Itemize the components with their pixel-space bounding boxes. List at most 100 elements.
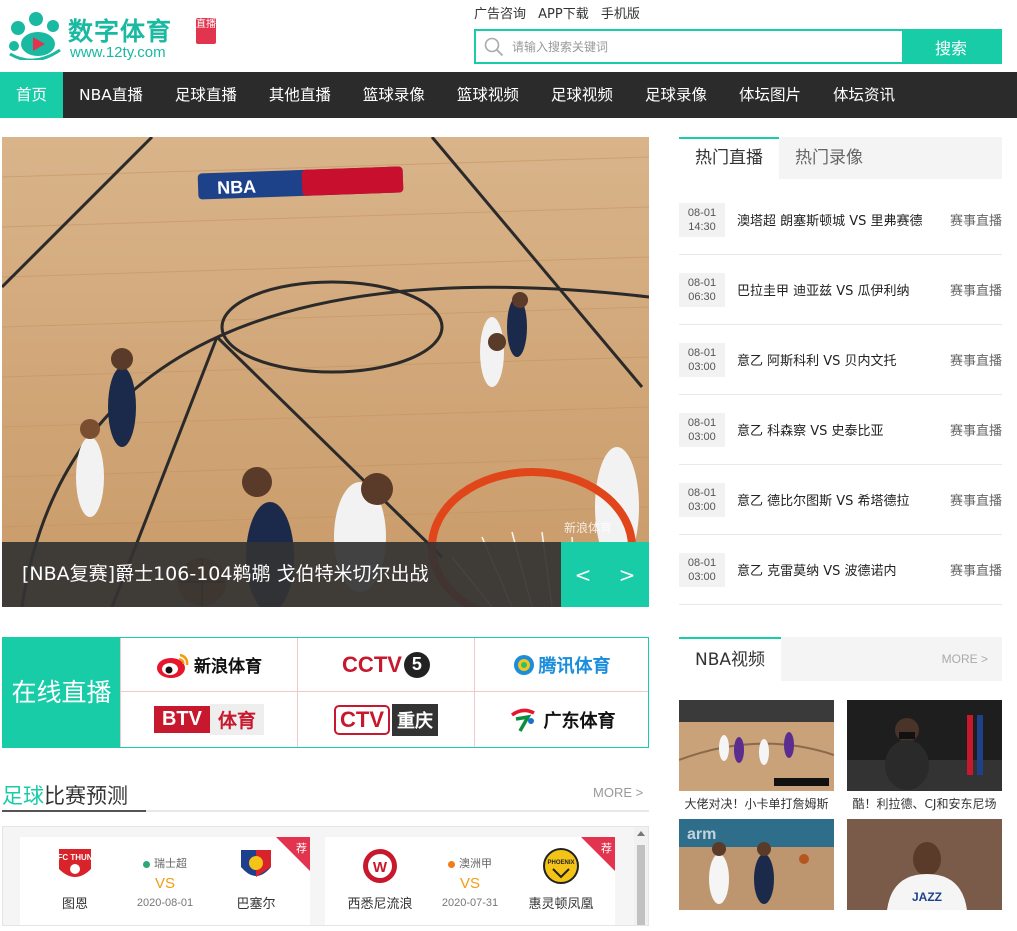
channel-grid: 新浪体育 CCTV 5 腾讯体育 BTV 体育 CTV 重庆 广东体育: [120, 638, 648, 747]
away-team: PHOENIX 惠灵顿凤凰: [521, 847, 601, 912]
site-logo[interactable]: 数字体育 直播 www.12ty.com: [6, 6, 216, 62]
prediction-scrollbar[interactable]: [634, 827, 648, 925]
btv-sports-label: 体育: [209, 704, 264, 735]
live-link[interactable]: 赛事直播: [950, 560, 1002, 579]
channel-cctv5[interactable]: CCTV 5: [297, 638, 474, 692]
live-datetime: 08-01 03:00: [679, 412, 725, 447]
tab-hot-live[interactable]: 热门直播: [679, 137, 779, 179]
live-datetime: 08-01 03:00: [679, 552, 725, 587]
scroll-thumb: [637, 845, 645, 925]
prev-arrow-icon[interactable]: <: [567, 563, 600, 587]
video-thumbnail[interactable]: arm: [679, 819, 834, 910]
nav-basketball-video[interactable]: 篮球视频: [441, 72, 535, 118]
live-link[interactable]: 赛事直播: [950, 210, 1002, 229]
nav-nba-live[interactable]: NBA直播: [63, 72, 159, 118]
channel-ctv-chongqing[interactable]: CTV 重庆: [297, 692, 474, 747]
next-arrow-icon[interactable]: >: [611, 563, 644, 587]
nav-other-live[interactable]: 其他直播: [253, 72, 347, 118]
nav-sports-news[interactable]: 体坛资讯: [817, 72, 911, 118]
wsw-logo-icon: W: [363, 849, 397, 883]
sina-label: 新浪体育: [194, 657, 262, 677]
hero-basketball-image: NBA 新浪体育: [2, 137, 649, 607]
channel-tencent[interactable]: 腾讯体育: [474, 638, 648, 692]
live-row[interactable]: 08-01 06:30 巴拉圭甲 迪亚兹 VS 瓜伊利纳 赛事直播: [679, 255, 1002, 325]
live-match-title[interactable]: 澳塔超 朗塞斯顿城 VS 里弗赛德: [725, 210, 950, 229]
home-team: FC THUN 图恩: [35, 847, 115, 912]
tencent-label: 腾讯体育: [538, 655, 611, 677]
live-link[interactable]: 赛事直播: [950, 420, 1002, 439]
channel-guangdong[interactable]: 广东体育: [474, 692, 648, 747]
ctv-label: CTV: [334, 704, 390, 735]
logo-flower-icon: [9, 12, 61, 60]
svg-text:JAZZ: JAZZ: [912, 890, 942, 904]
logo-live-badge: 直播: [196, 18, 216, 44]
match-info: 瑞士超 VS 2020-08-01: [136, 857, 194, 909]
live-match-title[interactable]: 巴拉圭甲 迪亚兹 VS 瓜伊利纳: [725, 280, 950, 299]
live-link[interactable]: 赛事直播: [950, 350, 1002, 369]
fc-thun-logo-icon: FC THUN: [57, 849, 93, 877]
svg-text:W: W: [373, 859, 388, 876]
prediction-card[interactable]: 荐 W 西悉尼流浪 澳洲甲 VS 2020-07-31 PHOENIX 惠灵顿凤…: [325, 837, 615, 925]
hero-caption[interactable]: [NBA复赛]爵士106-104鹈鹕 戈伯特米切尔出战: [2, 542, 561, 607]
nav-football-live[interactable]: 足球直播: [159, 72, 253, 118]
live-match-title[interactable]: 意乙 科森察 VS 史泰比亚: [725, 420, 950, 439]
phoenix-logo-icon: PHOENIX: [543, 848, 579, 884]
online-live-label: 在线直播: [3, 638, 120, 747]
live-row[interactable]: 08-01 03:00 意乙 克雷莫纳 VS 波德诺内 赛事直播: [679, 535, 1002, 605]
live-row[interactable]: 08-01 03:00 意乙 德比尔图斯 VS 希塔德拉 赛事直播: [679, 465, 1002, 535]
app-download-link[interactable]: APP下载: [538, 7, 589, 22]
hero-arrows: < >: [561, 542, 649, 607]
cctv-label: CCTV: [342, 651, 402, 677]
nba-video-title: NBA视频: [679, 637, 782, 681]
nba-video-more-link[interactable]: MORE >: [942, 637, 988, 681]
prediction-title: 足球比赛预测: [2, 784, 128, 808]
sina-eye-icon: [157, 653, 189, 678]
live-row[interactable]: 08-01 03:00 意乙 科森察 VS 史泰比亚 赛事直播: [679, 395, 1002, 465]
channel-sina[interactable]: 新浪体育: [120, 638, 297, 692]
prediction-more-link[interactable]: MORE >: [593, 785, 643, 800]
live-link[interactable]: 赛事直播: [950, 490, 1002, 509]
nav-basketball-replay[interactable]: 篮球录像: [347, 72, 441, 118]
prediction-card[interactable]: 荐 FC THUN 图恩 瑞士超 VS 2020-08-01 巴塞尔: [20, 837, 310, 925]
video-thumbnail[interactable]: JAZZ: [847, 819, 1002, 910]
mobile-link[interactable]: 手机版: [601, 7, 640, 22]
cctv-number: 5: [403, 651, 430, 678]
watermark: 新浪体育: [564, 520, 612, 535]
video-caption[interactable]: 酷！利拉德、CJ和安东尼场: [847, 795, 1002, 812]
svg-text:FC THUN: FC THUN: [57, 853, 92, 862]
live-row[interactable]: 08-01 14:30 澳塔超 朗塞斯顿城 VS 里弗赛德 赛事直播: [679, 185, 1002, 255]
nav-football-video[interactable]: 足球视频: [535, 72, 629, 118]
nav-sports-pictures[interactable]: 体坛图片: [723, 72, 817, 118]
live-row[interactable]: 08-01 03:00 意乙 阿斯科利 VS 贝内文托 赛事直播: [679, 325, 1002, 395]
league-dot-icon: [143, 860, 150, 868]
live-link[interactable]: 赛事直播: [950, 280, 1002, 299]
ad-link[interactable]: 广告咨询: [474, 7, 526, 22]
chongqing-label: 重庆: [392, 703, 438, 736]
main-nav: 首页 NBA直播 足球直播 其他直播 篮球录像 篮球视频 足球视频 足球录像 体…: [0, 72, 1017, 118]
channel-btv[interactable]: BTV 体育: [120, 692, 297, 747]
live-datetime: 08-01 14:30: [679, 202, 725, 237]
search-input[interactable]: [512, 31, 902, 62]
away-team: 巴塞尔: [216, 847, 296, 912]
online-live-box: 在线直播 新浪体育 CCTV 5 腾讯体育 BTV 体育 CTV 重庆 广东体育: [2, 637, 649, 748]
prediction-list: 荐 FC THUN 图恩 瑞士超 VS 2020-08-01 巴塞尔 荐 W 西…: [2, 826, 649, 926]
nav-home[interactable]: 首页: [0, 72, 64, 118]
nav-football-replay[interactable]: 足球录像: [629, 72, 723, 118]
search-button[interactable]: 搜索: [902, 31, 1000, 62]
scroll-up-icon: [637, 831, 645, 836]
logo-url: www.12ty.com: [70, 44, 166, 61]
prediction-divider: [2, 810, 649, 812]
btv-label: BTV: [153, 706, 210, 733]
live-datetime: 08-01 03:00: [679, 342, 725, 377]
live-match-title[interactable]: 意乙 克雷莫纳 VS 波德诺内: [725, 560, 950, 579]
top-links: 广告咨询 APP下载 手机版: [474, 3, 648, 22]
tencent-icon: [513, 654, 534, 675]
live-match-title[interactable]: 意乙 阿斯科利 VS 贝内文托: [725, 350, 950, 369]
hero-slider[interactable]: NBA 新浪体育 [NBA复赛]爵士106-104鹈鹕 戈伯特米切尔出战 < >: [2, 137, 649, 607]
video-thumbnail[interactable]: [847, 700, 1002, 791]
svg-text:arm: arm: [687, 826, 716, 843]
video-thumbnail[interactable]: [679, 700, 834, 791]
video-caption[interactable]: 大佬对决！小卡单打詹姆斯: [679, 795, 834, 812]
live-match-title[interactable]: 意乙 德比尔图斯 VS 希塔德拉: [725, 490, 950, 509]
tab-hot-replay[interactable]: 热门录像: [779, 137, 879, 179]
